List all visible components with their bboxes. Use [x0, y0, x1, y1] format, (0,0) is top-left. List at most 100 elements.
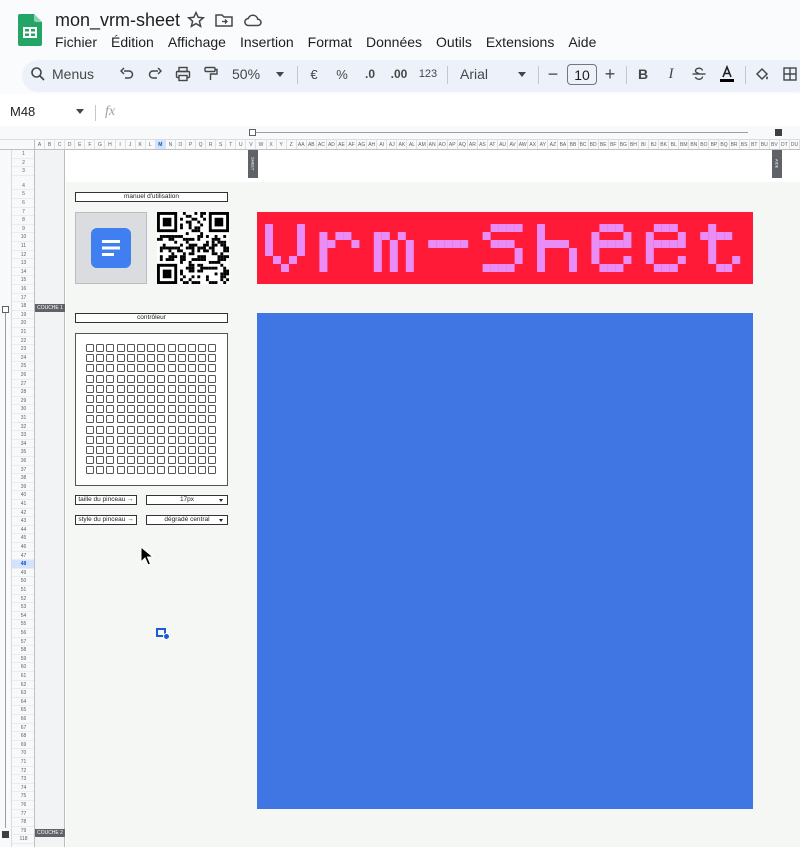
- column-header[interactable]: C: [55, 140, 66, 149]
- pad-cell[interactable]: [86, 354, 94, 363]
- undo-button[interactable]: [117, 62, 137, 86]
- pad-cell[interactable]: [116, 395, 125, 403]
- pad-cell[interactable]: [116, 374, 125, 383]
- layer-2-label[interactable]: COUCHE 2: [35, 829, 65, 837]
- row-header[interactable]: 33: [12, 431, 34, 440]
- column-header[interactable]: G: [95, 140, 106, 149]
- column-header[interactable]: F: [85, 140, 96, 149]
- pad-cell[interactable]: [137, 446, 145, 454]
- pad-cell[interactable]: [106, 395, 115, 403]
- column-header[interactable]: T: [226, 140, 237, 149]
- row-header[interactable]: 15: [12, 276, 34, 285]
- row-header[interactable]: 61: [12, 672, 34, 681]
- column-header[interactable]: DU: [790, 140, 800, 149]
- column-header[interactable]: BU: [760, 140, 770, 149]
- pad-cell[interactable]: [177, 384, 186, 393]
- column-header[interactable]: DT: [780, 140, 790, 149]
- pad-cell[interactable]: [188, 466, 196, 475]
- pad-cell[interactable]: [157, 344, 166, 352]
- pad-cell[interactable]: [157, 384, 166, 393]
- pad-cell[interactable]: [86, 374, 94, 383]
- pad-cell[interactable]: [147, 344, 156, 352]
- pad-cell[interactable]: [208, 374, 217, 383]
- pad-cell[interactable]: [106, 344, 115, 352]
- pad-cell[interactable]: [157, 374, 166, 383]
- text-color-button[interactable]: [716, 62, 738, 86]
- pad-cell[interactable]: [106, 415, 115, 424]
- brush-style-select[interactable]: dégradé central: [146, 515, 228, 525]
- pad-cell[interactable]: [177, 364, 186, 373]
- row-header[interactable]: 38: [12, 474, 34, 483]
- pad-cell[interactable]: [147, 395, 156, 403]
- pad-cell[interactable]: [116, 384, 125, 393]
- paint-format-button[interactable]: [201, 62, 221, 86]
- column-header[interactable]: AR: [468, 140, 478, 149]
- row-header[interactable]: 5: [12, 190, 34, 199]
- row-header[interactable]: 76: [12, 801, 34, 810]
- pad-cell[interactable]: [147, 354, 156, 363]
- pad-cell[interactable]: [198, 374, 207, 383]
- column-header[interactable]: I: [116, 140, 126, 149]
- column-header[interactable]: AE: [337, 140, 348, 149]
- pad-cell[interactable]: [167, 415, 176, 424]
- column-header[interactable]: BN: [689, 140, 700, 149]
- column-header[interactable]: R: [206, 140, 217, 149]
- column-header[interactable]: AA: [297, 140, 307, 149]
- pad-cell[interactable]: [188, 425, 196, 434]
- column-header[interactable]: BO: [699, 140, 710, 149]
- pad-cell[interactable]: [177, 425, 186, 434]
- pad-cell[interactable]: [208, 446, 217, 454]
- menu-fichier[interactable]: Fichier: [48, 33, 104, 51]
- pad-cell[interactable]: [147, 364, 156, 373]
- column-header[interactable]: AC: [317, 140, 327, 149]
- row-header[interactable]: 55: [12, 620, 34, 629]
- pad-cell[interactable]: [208, 384, 217, 393]
- column-header[interactable]: E: [75, 140, 86, 149]
- column-header[interactable]: M: [155, 140, 166, 149]
- group-expand-button[interactable]: [775, 129, 782, 136]
- pad-cell[interactable]: [167, 446, 176, 454]
- pad-cell[interactable]: [198, 415, 207, 424]
- row-header[interactable]: 4: [12, 182, 34, 191]
- menu-donnees[interactable]: Données: [359, 33, 429, 51]
- row-header[interactable]: 52: [12, 595, 34, 604]
- pad-cell[interactable]: [188, 395, 196, 403]
- search-menus-button[interactable]: Menus: [30, 62, 100, 86]
- row-header[interactable]: 35: [12, 448, 34, 457]
- pad-cell[interactable]: [126, 364, 135, 373]
- column-header[interactable]: B: [45, 140, 56, 149]
- pad-cell[interactable]: [188, 364, 196, 373]
- pad-cell[interactable]: [126, 344, 135, 352]
- docs-link-tile[interactable]: [75, 212, 147, 284]
- row-header[interactable]: 17: [12, 294, 34, 303]
- row-header[interactable]: 75: [12, 792, 34, 801]
- column-header[interactable]: BA: [558, 140, 569, 149]
- row-header[interactable]: 31: [12, 414, 34, 423]
- pad-cell[interactable]: [106, 384, 115, 393]
- cloud-saved-icon[interactable]: [243, 10, 263, 30]
- pad-cell[interactable]: [96, 344, 105, 352]
- italic-button[interactable]: I: [662, 62, 680, 86]
- pad-cell[interactable]: [147, 446, 156, 454]
- row-header[interactable]: 47: [12, 552, 34, 561]
- row-header[interactable]: 66: [12, 715, 34, 724]
- row-header[interactable]: 27: [12, 380, 34, 389]
- column-header[interactable]: BF: [609, 140, 619, 149]
- column-header[interactable]: BS: [740, 140, 750, 149]
- column-header[interactable]: Y: [277, 140, 287, 149]
- column-header[interactable]: Z: [287, 140, 297, 149]
- column-header[interactable]: AT: [488, 140, 499, 149]
- pad-cell[interactable]: [147, 456, 156, 465]
- row-header[interactable]: 53: [12, 603, 34, 612]
- pad-cell[interactable]: [86, 466, 94, 475]
- column-header[interactable]: AQ: [458, 140, 468, 149]
- pad-cell[interactable]: [177, 354, 186, 363]
- row-header[interactable]: 6: [12, 199, 34, 208]
- pad-cell[interactable]: [177, 415, 186, 424]
- pad-cell[interactable]: [198, 364, 207, 373]
- row-header[interactable]: 65: [12, 706, 34, 715]
- column-header[interactable]: N: [166, 140, 176, 149]
- layer-1-label[interactable]: COUCHE 1: [35, 304, 65, 312]
- pad-cell[interactable]: [116, 405, 125, 414]
- column-header[interactable]: AP: [448, 140, 458, 149]
